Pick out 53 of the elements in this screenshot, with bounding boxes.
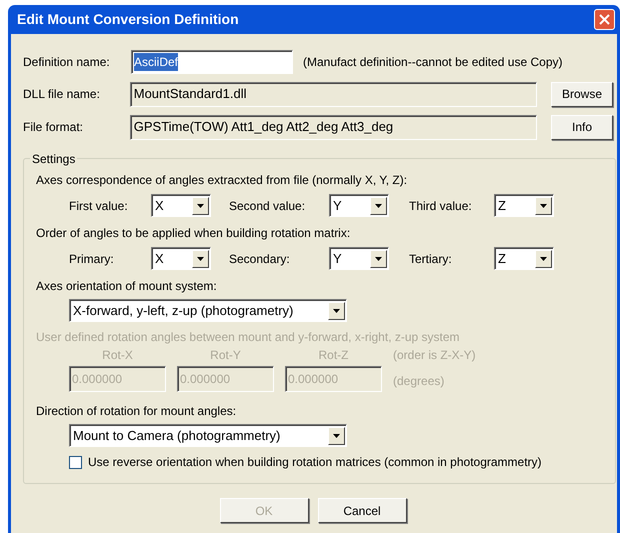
units-label: (degrees): [393, 373, 446, 390]
dropdown[interactable]: Z: [494, 194, 554, 217]
close-icon: [599, 14, 610, 25]
dropdown[interactable]: X: [151, 194, 211, 217]
section-caption: Order of angles to be applied when building rotation matrix:: [36, 225, 350, 242]
dropdown-value: X: [155, 250, 164, 268]
close-button[interactable]: [594, 9, 615, 30]
angle-label: Rot-X: [102, 347, 133, 364]
field-label: Definition name:: [23, 54, 111, 70]
read-only-field[interactable]: GPSTime(TOW) Att1_deg Att2_deg Att3_deg: [130, 114, 537, 140]
button[interactable]: Browse: [551, 82, 613, 106]
note-text: (Manufact definition--cannot be edited use Copy): [303, 54, 562, 70]
combo-label: Third value:: [409, 198, 473, 214]
dropdown-value: Z: [498, 250, 506, 268]
section-caption: Axes correspondence of angles extracxted from file (normally X, Y, Z):: [36, 172, 408, 189]
section-caption: User defined rotation angles between mount and y-forward, x-right, z-up system: [36, 329, 460, 346]
section-caption: Direction of rotation for mount angles:: [36, 403, 236, 420]
combo-label: Second value:: [229, 198, 306, 214]
dropdown-value: X-forward, y-left, z-up (photogrametry): [73, 302, 294, 320]
button[interactable]: Info: [551, 114, 613, 140]
window-title: Edit Mount Conversion Definition: [17, 10, 239, 29]
dropdown[interactable]: X-forward, y-left, z-up (photogrametry): [69, 299, 347, 322]
dropdown[interactable]: X: [151, 247, 211, 270]
field-value: MountStandard1.dll: [134, 85, 246, 104]
angle-label: Rot-Z: [318, 347, 348, 364]
order-note: (order is Z-X-Y): [393, 347, 476, 364]
button[interactable]: Cancel: [318, 498, 406, 523]
field-value: 0.000000: [288, 371, 338, 388]
combo-label: Primary:: [69, 250, 115, 268]
dropdown-value: Y: [333, 250, 342, 268]
dropdown[interactable]: Y: [329, 194, 389, 217]
field-value: AsciiDef: [134, 52, 178, 70]
combo-label: Secondary:: [229, 250, 291, 268]
angle-label: Rot-Y: [210, 347, 241, 364]
dropdown[interactable]: Mount to Camera (photogrammetry): [69, 424, 347, 447]
dropdown[interactable]: Y: [329, 247, 389, 270]
field-label: File format:: [23, 119, 84, 136]
read-only-field[interactable]: MountStandard1.dll: [130, 82, 537, 106]
dropdown[interactable]: Z: [494, 247, 554, 270]
field-value: 0.000000: [180, 371, 230, 388]
dropdown-value: X: [155, 196, 164, 215]
definition-name-field[interactable]: AsciiDef: [131, 50, 293, 74]
combo-label: Tertiary:: [409, 250, 453, 268]
dropdown-value: Z: [498, 196, 506, 215]
field-label: DLL file name:: [23, 86, 101, 103]
checkbox-label: Use reverse orientation when building rotation matrices (common in photogrammetry): [88, 454, 542, 471]
dropdown-value: Mount to Camera (photogrammetry): [73, 426, 280, 445]
field-value: 0.000000: [72, 371, 122, 388]
dropdown-value: Y: [333, 196, 342, 215]
section-caption: Axes orientation of mount system:: [36, 278, 217, 295]
combo-label: First value:: [69, 198, 129, 214]
checkbox[interactable]: [69, 456, 82, 468]
field-value: GPSTime(TOW) Att1_deg Att2_deg Att3_deg: [134, 118, 394, 136]
